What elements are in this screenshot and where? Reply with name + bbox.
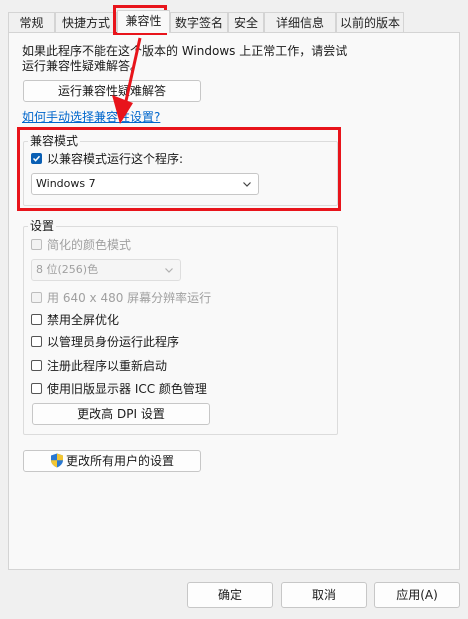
resolution-row: 用 640 x 480 屏幕分辨率运行 — [31, 289, 211, 305]
reduced-color-label: 简化的颜色模式 — [47, 237, 132, 252]
settings-title: 设置 — [28, 219, 57, 233]
chevron-down-icon — [165, 268, 173, 273]
run-as-admin-row[interactable]: 以管理员身份运行此程序 — [31, 333, 179, 349]
fullscreen-opt-row[interactable]: 禁用全屏优化 — [31, 311, 119, 327]
legacy-icc-row[interactable]: 使用旧版显示器 ICC 颜色管理 — [31, 380, 207, 396]
high-dpi-settings-button[interactable]: 更改高 DPI 设置 — [32, 403, 210, 425]
checkbox-checked-icon[interactable] — [31, 152, 42, 164]
checkbox-icon[interactable] — [31, 359, 42, 371]
resolution-label: 用 640 x 480 屏幕分辨率运行 — [47, 290, 212, 305]
os-version-value: Windows 7 — [36, 177, 96, 190]
apply-button[interactable]: 应用(A) — [374, 582, 460, 608]
checkbox-icon — [31, 291, 42, 303]
run-troubleshooter-button[interactable]: 运行兼容性疑难解答 — [23, 80, 201, 102]
tab-shortcut[interactable]: 快捷方式 — [55, 12, 117, 32]
os-version-select[interactable]: Windows 7 — [31, 173, 259, 195]
change-all-users-label: 更改所有用户的设置 — [65, 454, 174, 468]
register-restart-row[interactable]: 注册此程序以重新启动 — [31, 357, 167, 373]
chevron-down-icon — [243, 182, 251, 187]
tab-digital-signatures[interactable]: 数字签名 — [170, 12, 228, 32]
intro-text-line1: 如果此程序不能在这个版本的 Windows 上正常工作，请尝试 — [22, 44, 348, 58]
tab-previous-versions[interactable]: 以前的版本 — [336, 12, 404, 32]
tab-security[interactable]: 安全 — [228, 12, 264, 32]
checkbox-icon[interactable] — [31, 382, 42, 394]
register-restart-label: 注册此程序以重新启动 — [47, 358, 168, 373]
fullscreen-opt-label: 禁用全屏优化 — [47, 312, 120, 327]
uac-shield-icon — [50, 453, 63, 468]
reduced-color-row: 简化的颜色模式 — [31, 236, 131, 252]
tab-general[interactable]: 常规 — [8, 12, 55, 32]
change-all-users-button[interactable]: 更改所有用户的设置 — [23, 450, 201, 472]
cancel-button[interactable]: 取消 — [281, 582, 367, 608]
ok-button[interactable]: 确定 — [187, 582, 273, 608]
intro-text-line2: 运行兼容性疑难解答。 — [22, 59, 143, 73]
compat-mode-checkbox-row[interactable]: 以兼容模式运行这个程序: — [31, 150, 183, 166]
color-depth-select: 8 位(256)色 — [31, 259, 181, 281]
compat-mode-checkbox-label: 以兼容模式运行这个程序: — [47, 151, 184, 166]
checkbox-icon — [31, 238, 42, 250]
color-depth-value: 8 位(256)色 — [36, 263, 99, 276]
tab-strip: 常规 快捷方式 兼容性 数字签名 安全 详细信息 以前的版本 — [8, 10, 460, 33]
legacy-icc-label: 使用旧版显示器 ICC 颜色管理 — [47, 381, 207, 396]
tab-details[interactable]: 详细信息 — [264, 12, 336, 32]
run-as-admin-label: 以管理员身份运行此程序 — [47, 334, 180, 349]
tab-compatibility[interactable]: 兼容性 — [117, 10, 170, 33]
checkbox-icon[interactable] — [31, 313, 42, 325]
checkbox-icon[interactable] — [31, 335, 42, 347]
manual-settings-link[interactable]: 如何手动选择兼容性设置? — [22, 108, 160, 125]
compat-mode-title: 兼容模式 — [28, 134, 81, 148]
